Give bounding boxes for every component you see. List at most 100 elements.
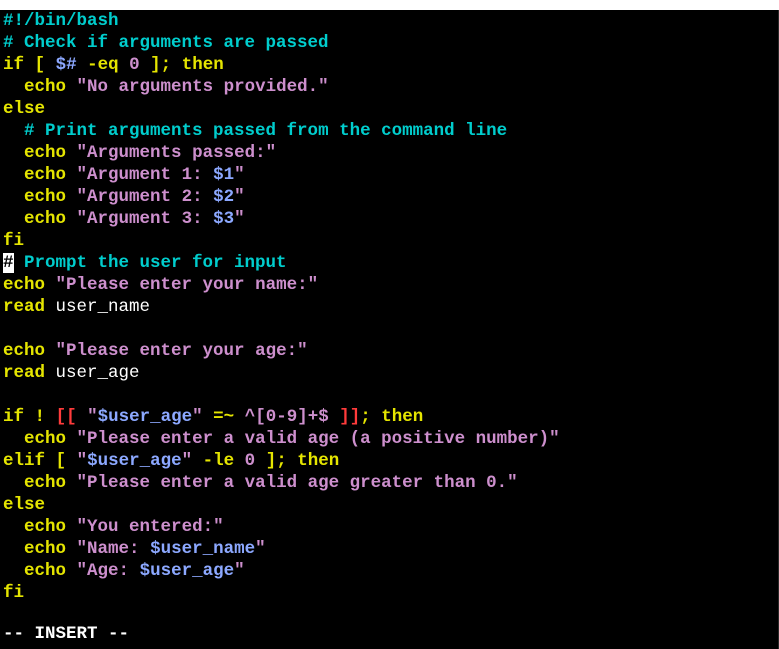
code-token: $#: [55, 55, 77, 75]
code-line[interactable]: echo "Argument 1: $1": [3, 164, 773, 186]
code-line[interactable]: echo "Arguments passed:": [3, 142, 773, 164]
code-token: =~: [213, 407, 235, 427]
code-token: ": [234, 187, 245, 207]
code-token: $3: [213, 209, 235, 229]
code-token: #!/bin/bash: [3, 11, 119, 31]
code-line[interactable]: fi: [3, 582, 773, 604]
code-token: echo: [24, 539, 67, 559]
code-line[interactable]: echo "Please enter a valid age (a positi…: [3, 428, 773, 450]
code-token: then: [181, 55, 224, 75]
code-token: ": [76, 451, 88, 471]
code-line[interactable]: echo "You entered:": [3, 516, 773, 538]
code-token: Prompt the user for input: [13, 253, 287, 273]
code-token: -le: [202, 451, 235, 471]
code-token: echo: [3, 275, 46, 295]
code-token: [: [55, 451, 67, 471]
code-line[interactable]: echo "Age: $user_age": [3, 560, 773, 582]
terminal-window[interactable]: #!/bin/bash # Check if arguments are pass…: [0, 10, 779, 649]
code-line[interactable]: fi: [3, 230, 773, 252]
code-token: elif: [3, 451, 46, 471]
code-token: ": [234, 209, 245, 229]
code-token: ];: [265, 451, 287, 471]
code-token: echo: [24, 429, 67, 449]
code-line[interactable]: if [ $# -eq 0 ]; then: [3, 54, 773, 76]
code-line[interactable]: [3, 318, 773, 340]
code-token: "Please enter a valid age (a positive nu…: [76, 429, 560, 449]
code-token: "Name:: [76, 539, 151, 559]
code-line[interactable]: echo "No arguments provided.": [3, 76, 773, 98]
code-line[interactable]: echo "Please enter a valid age greater t…: [3, 472, 773, 494]
code-line[interactable]: # Print arguments passed from the comman…: [3, 120, 773, 142]
code-line[interactable]: read user_name: [3, 296, 773, 318]
code-line[interactable]: echo "Please enter your age:": [3, 340, 773, 362]
code-line[interactable]: elif [ "$user_age" -le 0 ]; then: [3, 450, 773, 472]
code-token: "Please enter your name:": [55, 275, 319, 295]
code-token: !: [34, 407, 46, 427]
code-token: 0: [244, 451, 256, 471]
code-token: else: [3, 99, 46, 119]
code-token: fi: [3, 231, 25, 251]
code-line[interactable]: else: [3, 494, 773, 516]
code-line[interactable]: echo "Argument 3: $3": [3, 208, 773, 230]
code-token: "Argument 1:: [76, 165, 214, 185]
code-token: "Please enter your age:": [55, 341, 308, 361]
vim-editor-buffer[interactable]: #!/bin/bash # Check if arguments are pass…: [3, 10, 773, 604]
code-token: $2: [213, 187, 235, 207]
code-line[interactable]: echo "Argument 2: $2": [3, 186, 773, 208]
code-line[interactable]: if ! [[ "$user_age" =~ ^[0-9]+$ ]]; then: [3, 406, 773, 428]
code-line[interactable]: read user_age: [3, 362, 773, 384]
code-token: $1: [213, 165, 235, 185]
code-token: [: [34, 55, 46, 75]
code-token: echo: [24, 165, 67, 185]
code-token: read: [3, 297, 46, 317]
code-line[interactable]: #!/bin/bash: [3, 10, 773, 32]
code-token: echo: [24, 209, 67, 229]
code-token: echo: [24, 473, 67, 493]
code-token: echo: [24, 187, 67, 207]
code-line[interactable]: # Check if arguments are passed: [3, 32, 773, 54]
code-line[interactable]: echo "Please enter your name:": [3, 274, 773, 296]
code-token: ^[0-9]+$: [244, 407, 329, 427]
code-token: else: [3, 495, 46, 515]
code-token: [[: [55, 407, 77, 427]
code-line[interactable]: # Prompt the user for input: [3, 252, 773, 274]
code-token: "Please enter a valid age greater than 0…: [76, 473, 518, 493]
code-line[interactable]: echo "Name: $user_name": [3, 538, 773, 560]
code-token: ": [87, 407, 98, 427]
code-token: $user_name: [150, 539, 256, 559]
code-token: "Argument 2:: [76, 187, 214, 207]
code-token: ": [234, 165, 245, 185]
code-token: echo: [24, 517, 67, 537]
code-token: echo: [24, 143, 67, 163]
text-cursor: #: [3, 253, 14, 273]
code-line[interactable]: else: [3, 98, 773, 120]
code-token: ]]: [339, 407, 361, 427]
code-token: # Print arguments passed from the comman…: [24, 121, 508, 141]
code-token: if: [3, 407, 25, 427]
code-line[interactable]: [3, 384, 773, 406]
